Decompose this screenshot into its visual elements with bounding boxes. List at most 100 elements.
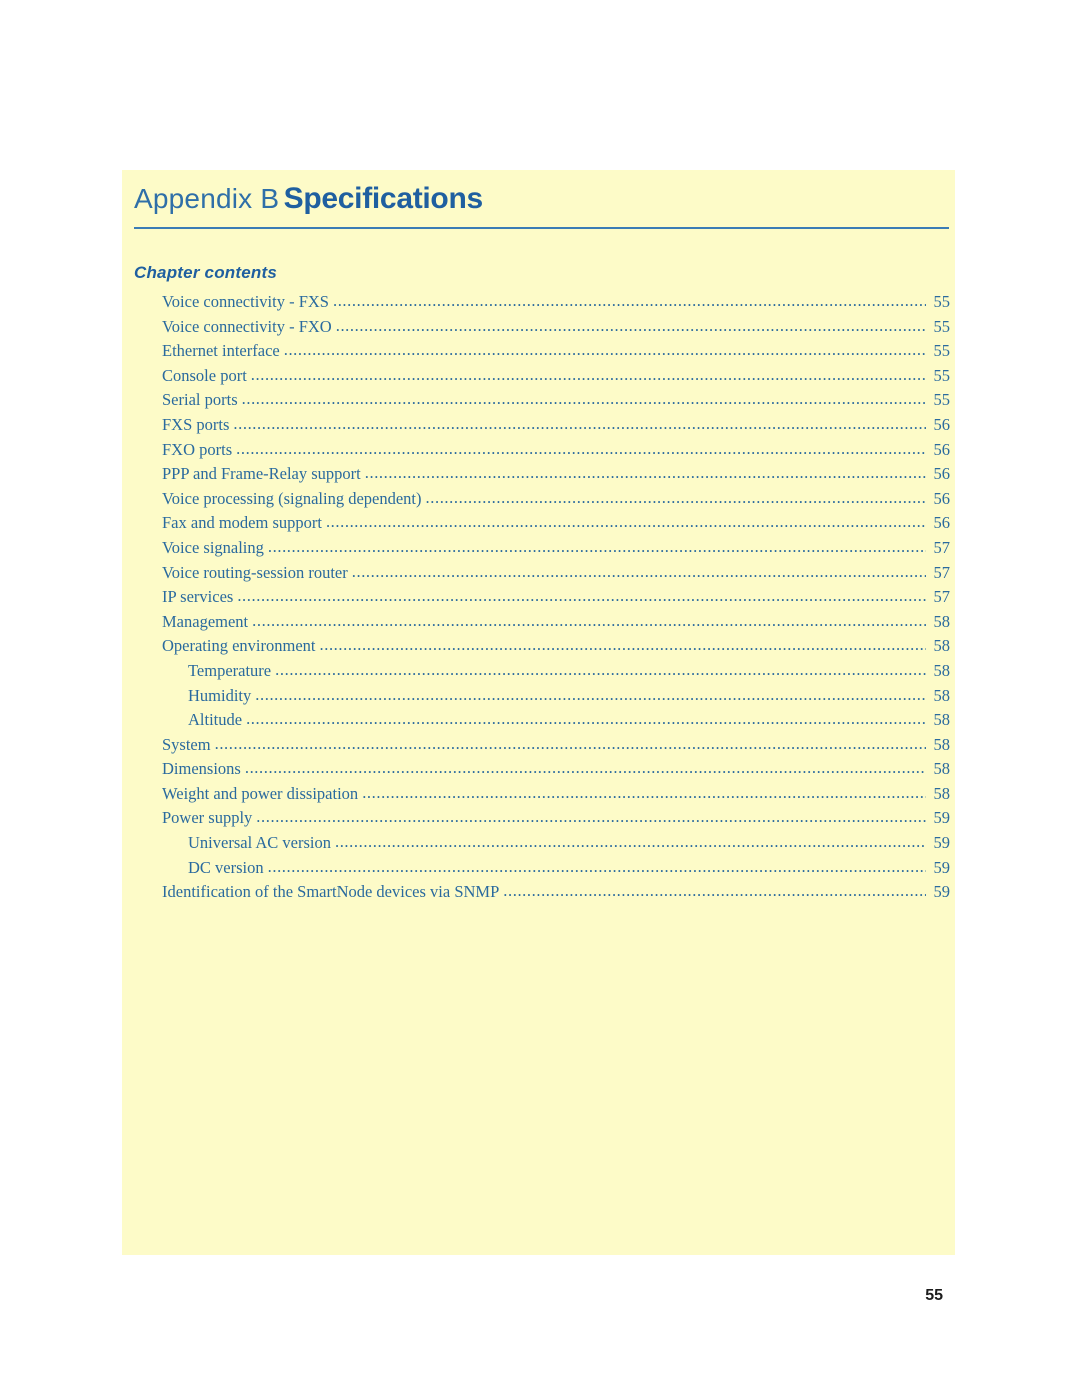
toc-entry[interactable]: Weight and power dissipation............… [162, 782, 950, 807]
toc-leader-dots: ........................................… [325, 512, 926, 532]
toc-entry-label: Altitude [188, 710, 243, 730]
toc-entry-label: Temperature [188, 660, 272, 680]
toc-entry-label: Console port [162, 365, 247, 385]
toc-entry[interactable]: Identification of the SmartNode devices … [162, 880, 950, 905]
toc-entry-page: 58 [933, 685, 951, 705]
chapter-contents-heading: Chapter contents [134, 263, 277, 282]
toc-entry-label: Serial ports [162, 390, 238, 410]
toc-entry[interactable]: Voice signaling.........................… [162, 536, 950, 561]
toc-entry-label: Identification of the SmartNode devices … [162, 882, 500, 902]
table-of-contents: Voice connectivity - FXS................… [162, 290, 950, 905]
title-divider [134, 227, 949, 229]
toc-entry[interactable]: DC version..............................… [162, 856, 950, 881]
toc-entry-label: Humidity [188, 685, 252, 705]
toc-leader-dots: ........................................… [335, 315, 926, 335]
toc-entry-page: 57 [933, 587, 951, 607]
document-page: Appendix B Specifications Chapter conten… [0, 0, 1080, 1397]
toc-leader-dots: ........................................… [275, 659, 926, 679]
toc-entry[interactable]: FXS ports...............................… [162, 413, 950, 438]
toc-leader-dots: ........................................… [503, 881, 926, 901]
toc-entry-label: PPP and Frame-Relay support [162, 464, 361, 484]
toc-leader-dots: ........................................… [332, 291, 926, 310]
toc-entry-page: 56 [933, 439, 951, 459]
toc-entry[interactable]: PPP and Frame-Relay support.............… [162, 462, 950, 487]
toc-entry[interactable]: Universal AC version....................… [162, 831, 950, 856]
toc-entry-page: 58 [933, 611, 951, 631]
toc-entry-label: Voice connectivity - FXS [162, 292, 329, 311]
toc-entry[interactable]: Serial ports............................… [162, 388, 950, 413]
toc-entry[interactable]: System..................................… [162, 733, 950, 758]
toc-entry[interactable]: Altitude................................… [162, 708, 950, 733]
appendix-title: Specifications [283, 182, 484, 215]
toc-leader-dots: ........................................… [362, 782, 926, 802]
toc-entry-page: 55 [933, 316, 951, 336]
toc-entry-label: Voice connectivity - FXO [162, 316, 332, 336]
toc-leader-dots: ........................................… [283, 340, 926, 360]
toc-entry-label: IP services [162, 587, 234, 607]
toc-leader-dots: ........................................… [214, 733, 926, 753]
toc-entry-label: Fax and modem support [162, 513, 322, 533]
toc-entry[interactable]: Dimensions..............................… [162, 757, 950, 782]
toc-leader-dots: ........................................… [237, 586, 926, 606]
toc-leader-dots: ........................................… [241, 389, 926, 409]
toc-entry-label: Universal AC version [188, 833, 331, 853]
toc-leader-dots: ........................................… [256, 807, 926, 827]
toc-entry-page: 55 [933, 390, 951, 410]
toc-entry-label: FXS ports [162, 414, 230, 434]
toc-entry[interactable]: Operating environment...................… [162, 634, 950, 659]
toc-entry-label: Voice signaling [162, 537, 264, 557]
toc-entry[interactable]: Voice connectivity - FXS................… [162, 290, 950, 315]
toc-entry-page: 58 [933, 636, 951, 656]
toc-entry-page: 59 [933, 857, 951, 877]
toc-entry[interactable]: Management..............................… [162, 610, 950, 635]
toc-entry[interactable]: Power supply............................… [162, 806, 950, 831]
toc-entry[interactable]: FXO ports...............................… [162, 438, 950, 463]
toc-entry[interactable]: IP services.............................… [162, 585, 950, 610]
toc-leader-dots: ........................................… [364, 463, 926, 483]
toc-entry-page: 56 [933, 414, 951, 434]
toc-entry-page: 56 [933, 513, 951, 533]
page-number: 55 [925, 1287, 943, 1304]
toc-entry-label: FXO ports [162, 439, 233, 459]
toc-entry-page: 55 [933, 341, 951, 361]
toc-entry-page: 59 [933, 882, 951, 902]
toc-entry-label: Voice routing-session router [162, 562, 348, 582]
toc-entry-label: Management [162, 611, 249, 631]
toc-entry[interactable]: Voice connectivity - FXO................… [162, 315, 950, 340]
toc-entry-page: 57 [933, 562, 951, 582]
toc-entry-label: Dimensions [162, 759, 241, 779]
toc-entry-page: 59 [933, 833, 951, 853]
toc-entry-page: 57 [933, 537, 951, 557]
toc-entry-page: 58 [933, 660, 951, 680]
toc-entry-page: 56 [933, 488, 951, 508]
toc-leader-dots: ........................................… [267, 856, 926, 876]
toc-entry-label: Operating environment [162, 636, 316, 656]
toc-entry[interactable]: Ethernet interface......................… [162, 339, 950, 364]
toc-entry[interactable]: Fax and modem support...................… [162, 511, 950, 536]
toc-leader-dots: ........................................… [255, 684, 926, 704]
toc-entry-page: 59 [933, 808, 951, 828]
toc-entry-page: 56 [933, 464, 951, 484]
toc-entry[interactable]: Humidity................................… [162, 684, 950, 709]
toc-leader-dots: ........................................… [351, 561, 926, 581]
toc-entry-page: 58 [933, 734, 951, 754]
toc-entry-page: 55 [933, 292, 951, 311]
toc-leader-dots: ........................................… [425, 487, 926, 507]
toc-entry-label: DC version [188, 857, 264, 877]
toc-leader-dots: ........................................… [334, 832, 926, 852]
toc-leader-dots: ........................................… [267, 536, 926, 556]
toc-leader-dots: ........................................… [252, 610, 926, 630]
toc-leader-dots: ........................................… [233, 413, 926, 433]
toc-entry[interactable]: Voice routing-session router............… [162, 561, 950, 586]
page-title: Appendix B Specifications [134, 182, 483, 216]
toc-leader-dots: ........................................… [246, 709, 926, 729]
toc-entry-label: Weight and power dissipation [162, 783, 359, 803]
toc-entry[interactable]: Voice processing (signaling dependent)..… [162, 487, 950, 512]
toc-entry-page: 58 [933, 759, 951, 779]
toc-entry[interactable]: Temperature.............................… [162, 659, 950, 684]
toc-entry[interactable]: Console port............................… [162, 364, 950, 389]
toc-entry-page: 58 [933, 783, 951, 803]
toc-leader-dots: ........................................… [244, 758, 926, 778]
toc-entry-label: Voice processing (signaling dependent) [162, 488, 422, 508]
toc-entry-label: Ethernet interface [162, 341, 280, 361]
